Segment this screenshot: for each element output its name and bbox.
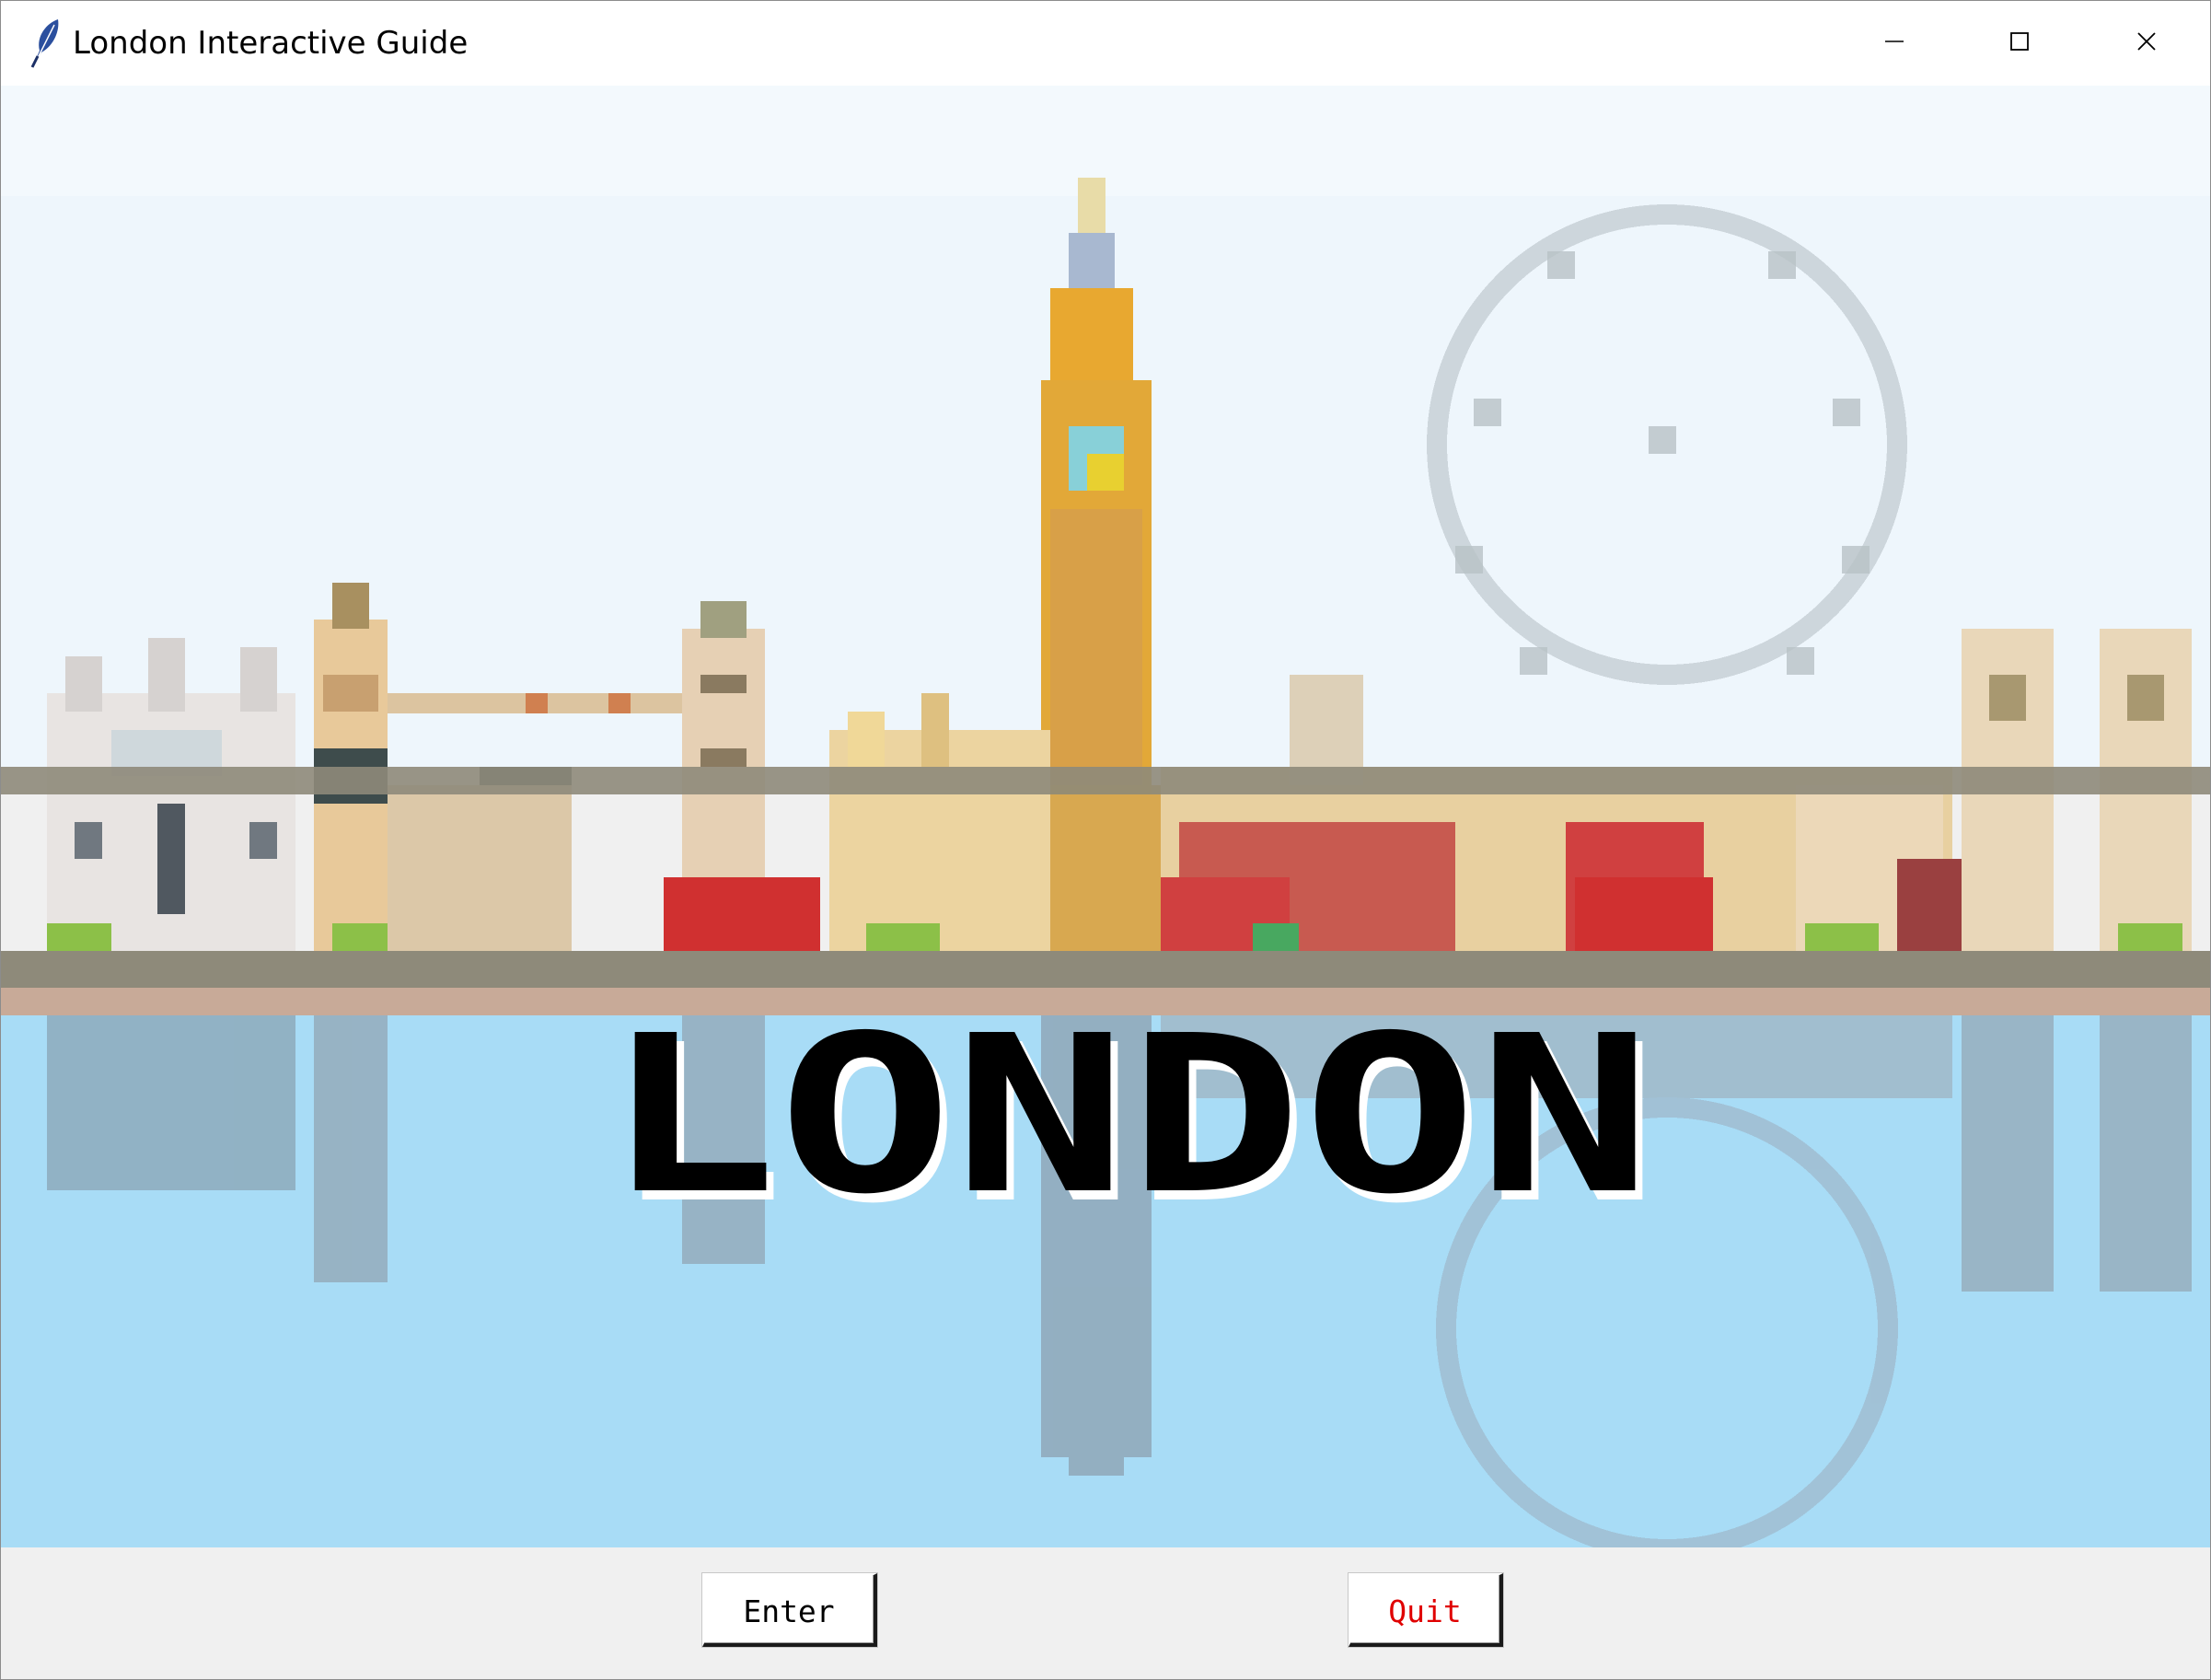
feather-icon bbox=[27, 17, 64, 69]
maximize-icon bbox=[2008, 30, 2031, 56]
title-bar[interactable]: London Interactive Guide bbox=[1, 1, 2210, 86]
maximize-button[interactable] bbox=[1956, 1, 2083, 86]
close-icon bbox=[2136, 30, 2158, 56]
minimize-icon bbox=[1883, 30, 1905, 56]
window-title: London Interactive Guide bbox=[73, 25, 469, 62]
app-window: London Interactive Guide LONDON LONDON E… bbox=[0, 0, 2211, 1680]
enter-button[interactable]: Enter bbox=[702, 1573, 877, 1647]
quit-button[interactable]: Quit bbox=[1349, 1573, 1503, 1647]
london-logo: LONDON LONDON bbox=[603, 989, 1660, 1251]
london-skyline-image: LONDON LONDON bbox=[1, 86, 2210, 1547]
button-bar: Enter Quit bbox=[1, 1547, 2210, 1679]
london-logo-text: LONDON bbox=[603, 989, 1652, 1242]
minimize-button[interactable] bbox=[1831, 1, 1958, 86]
close-button[interactable] bbox=[2083, 1, 2210, 86]
